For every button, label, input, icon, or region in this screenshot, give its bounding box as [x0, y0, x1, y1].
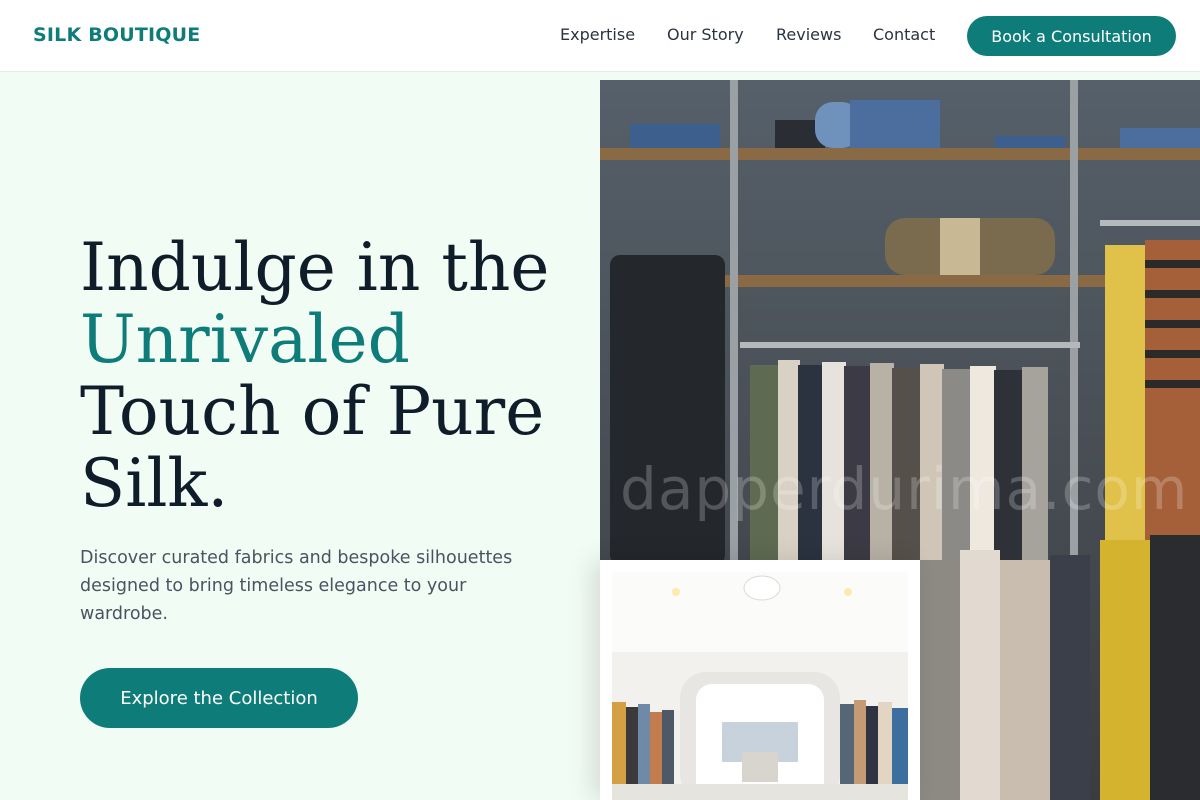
headline-line-1: Indulge in the	[80, 229, 550, 306]
headline-line-4: Silk.	[80, 445, 229, 522]
nav-link-expertise[interactable]: Expertise	[560, 25, 635, 44]
store-interior-image	[612, 572, 908, 800]
book-consultation-button[interactable]: Book a Consultation	[967, 16, 1176, 56]
store-interior-frame	[600, 560, 920, 800]
headline-line-3: Touch of Pure	[80, 373, 545, 450]
nav-link-contact[interactable]: Contact	[873, 25, 935, 44]
headline-accent: Unrivaled	[80, 301, 410, 378]
site-header: SILK BOUTIQUE Expertise Our Story Review…	[0, 0, 1200, 72]
store-interior-illustration	[612, 572, 908, 800]
nav-link-reviews[interactable]: Reviews	[776, 25, 841, 44]
hero-headline: Indulge in the Unrivaled Touch of Pure S…	[80, 232, 580, 520]
site-logo[interactable]: SILK BOUTIQUE	[33, 24, 200, 46]
image-watermark: dapperdurima.com	[620, 455, 1189, 523]
nav-link-our-story[interactable]: Our Story	[667, 25, 744, 44]
explore-collection-button[interactable]: Explore the Collection	[80, 668, 358, 728]
hero-intro: Discover curated fabrics and bespoke sil…	[80, 548, 513, 624]
